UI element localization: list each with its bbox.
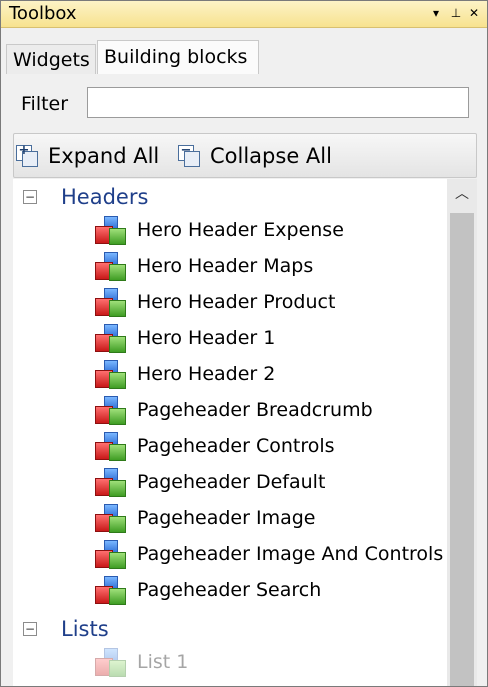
window-title: Toolbox: [9, 3, 77, 24]
tree-item[interactable]: Hero Header Product: [95, 286, 335, 318]
expand-all-label: Expand All: [48, 144, 160, 168]
tree-item[interactable]: Hero Header 2: [95, 358, 275, 390]
tree-item-label: Hero Header Expense: [137, 219, 344, 241]
collapse-all-button[interactable]: − Collapse All: [178, 140, 332, 172]
expand-all-icon: +: [16, 143, 38, 167]
building-block-icon: [95, 576, 127, 605]
tree-item[interactable]: List 1: [95, 646, 188, 678]
building-block-icon: [95, 288, 127, 317]
tree-group-label: Headers: [61, 185, 149, 209]
chevron-up-icon[interactable]: ︿: [447, 179, 477, 209]
collapse-minus-icon[interactable]: −: [23, 190, 37, 204]
tree-item-label: List 1: [137, 651, 189, 673]
building-block-icon: [95, 504, 127, 533]
tab-strip: Widgets Building blocks: [1, 28, 487, 76]
building-blocks-tree: ︿ − Headers Hero Header Expense Hero Header…: [13, 179, 477, 686]
building-block-icon: [95, 648, 127, 677]
tree-item[interactable]: Hero Header 1: [95, 322, 275, 354]
building-block-icon: [95, 360, 127, 389]
expand-all-button[interactable]: + Expand All: [16, 140, 159, 172]
building-block-icon: [95, 252, 127, 281]
toolbox-window: Toolbox ▾ ⊥ ✕ Widgets Building blocks Fi…: [0, 0, 488, 687]
tree-group-headers[interactable]: − Headers: [23, 182, 148, 212]
tree-item-label: Pageheader Controls: [137, 435, 335, 457]
title-bar[interactable]: Toolbox ▾ ⊥ ✕: [1, 1, 487, 28]
building-block-icon: [95, 468, 127, 497]
tree-item-label: Pageheader Image And Controls: [137, 543, 444, 565]
tab-widgets[interactable]: Widgets: [6, 44, 96, 74]
tree-item-label: Hero Header 2: [137, 363, 276, 385]
tree-item[interactable]: Pageheader Controls: [95, 430, 335, 462]
tree-item-label: Pageheader Breadcrumb: [137, 399, 373, 421]
tree-item-label: Hero Header 1: [137, 327, 276, 349]
tree-item-label: Hero Header Product: [137, 291, 336, 313]
collapse-all-icon: −: [178, 143, 200, 167]
tree-group-lists[interactable]: − Lists: [23, 614, 109, 644]
tree-item[interactable]: Pageheader Image And Controls: [95, 538, 443, 570]
dropdown-icon[interactable]: ▾: [428, 4, 444, 22]
tree-toolbar: + Expand All − Collapse All: [13, 133, 477, 178]
pin-icon[interactable]: ⊥: [448, 4, 464, 22]
filter-row: Filter: [1, 77, 487, 127]
filter-label: Filter: [21, 93, 69, 115]
tree-item-label: Pageheader Default: [137, 471, 326, 493]
collapse-minus-icon[interactable]: −: [23, 622, 37, 636]
building-block-icon: [95, 396, 127, 425]
tab-building-blocks[interactable]: Building blocks: [97, 40, 259, 74]
vertical-scrollbar[interactable]: ︿: [447, 179, 477, 686]
scroll-thumb[interactable]: [450, 213, 474, 686]
tree-group-label: Lists: [61, 617, 109, 641]
tree-item[interactable]: Pageheader Image: [95, 502, 315, 534]
close-icon[interactable]: ✕: [466, 4, 482, 22]
tree-item[interactable]: Hero Header Maps: [95, 250, 313, 282]
building-block-icon: [95, 324, 127, 353]
tree-item[interactable]: Pageheader Search: [95, 574, 321, 606]
building-block-icon: [95, 540, 127, 569]
tree-item[interactable]: Hero Header Expense: [95, 214, 344, 246]
building-block-icon: [95, 216, 127, 245]
building-block-icon: [95, 432, 127, 461]
collapse-all-label: Collapse All: [210, 144, 332, 168]
filter-input[interactable]: [87, 87, 469, 118]
tree-item-label: Pageheader Image: [137, 507, 316, 529]
tree-item-label: Pageheader Search: [137, 579, 322, 601]
tree-item[interactable]: Pageheader Breadcrumb: [95, 394, 373, 426]
tree-item-label: Hero Header Maps: [137, 255, 314, 277]
tree-item[interactable]: Pageheader Default: [95, 466, 325, 498]
